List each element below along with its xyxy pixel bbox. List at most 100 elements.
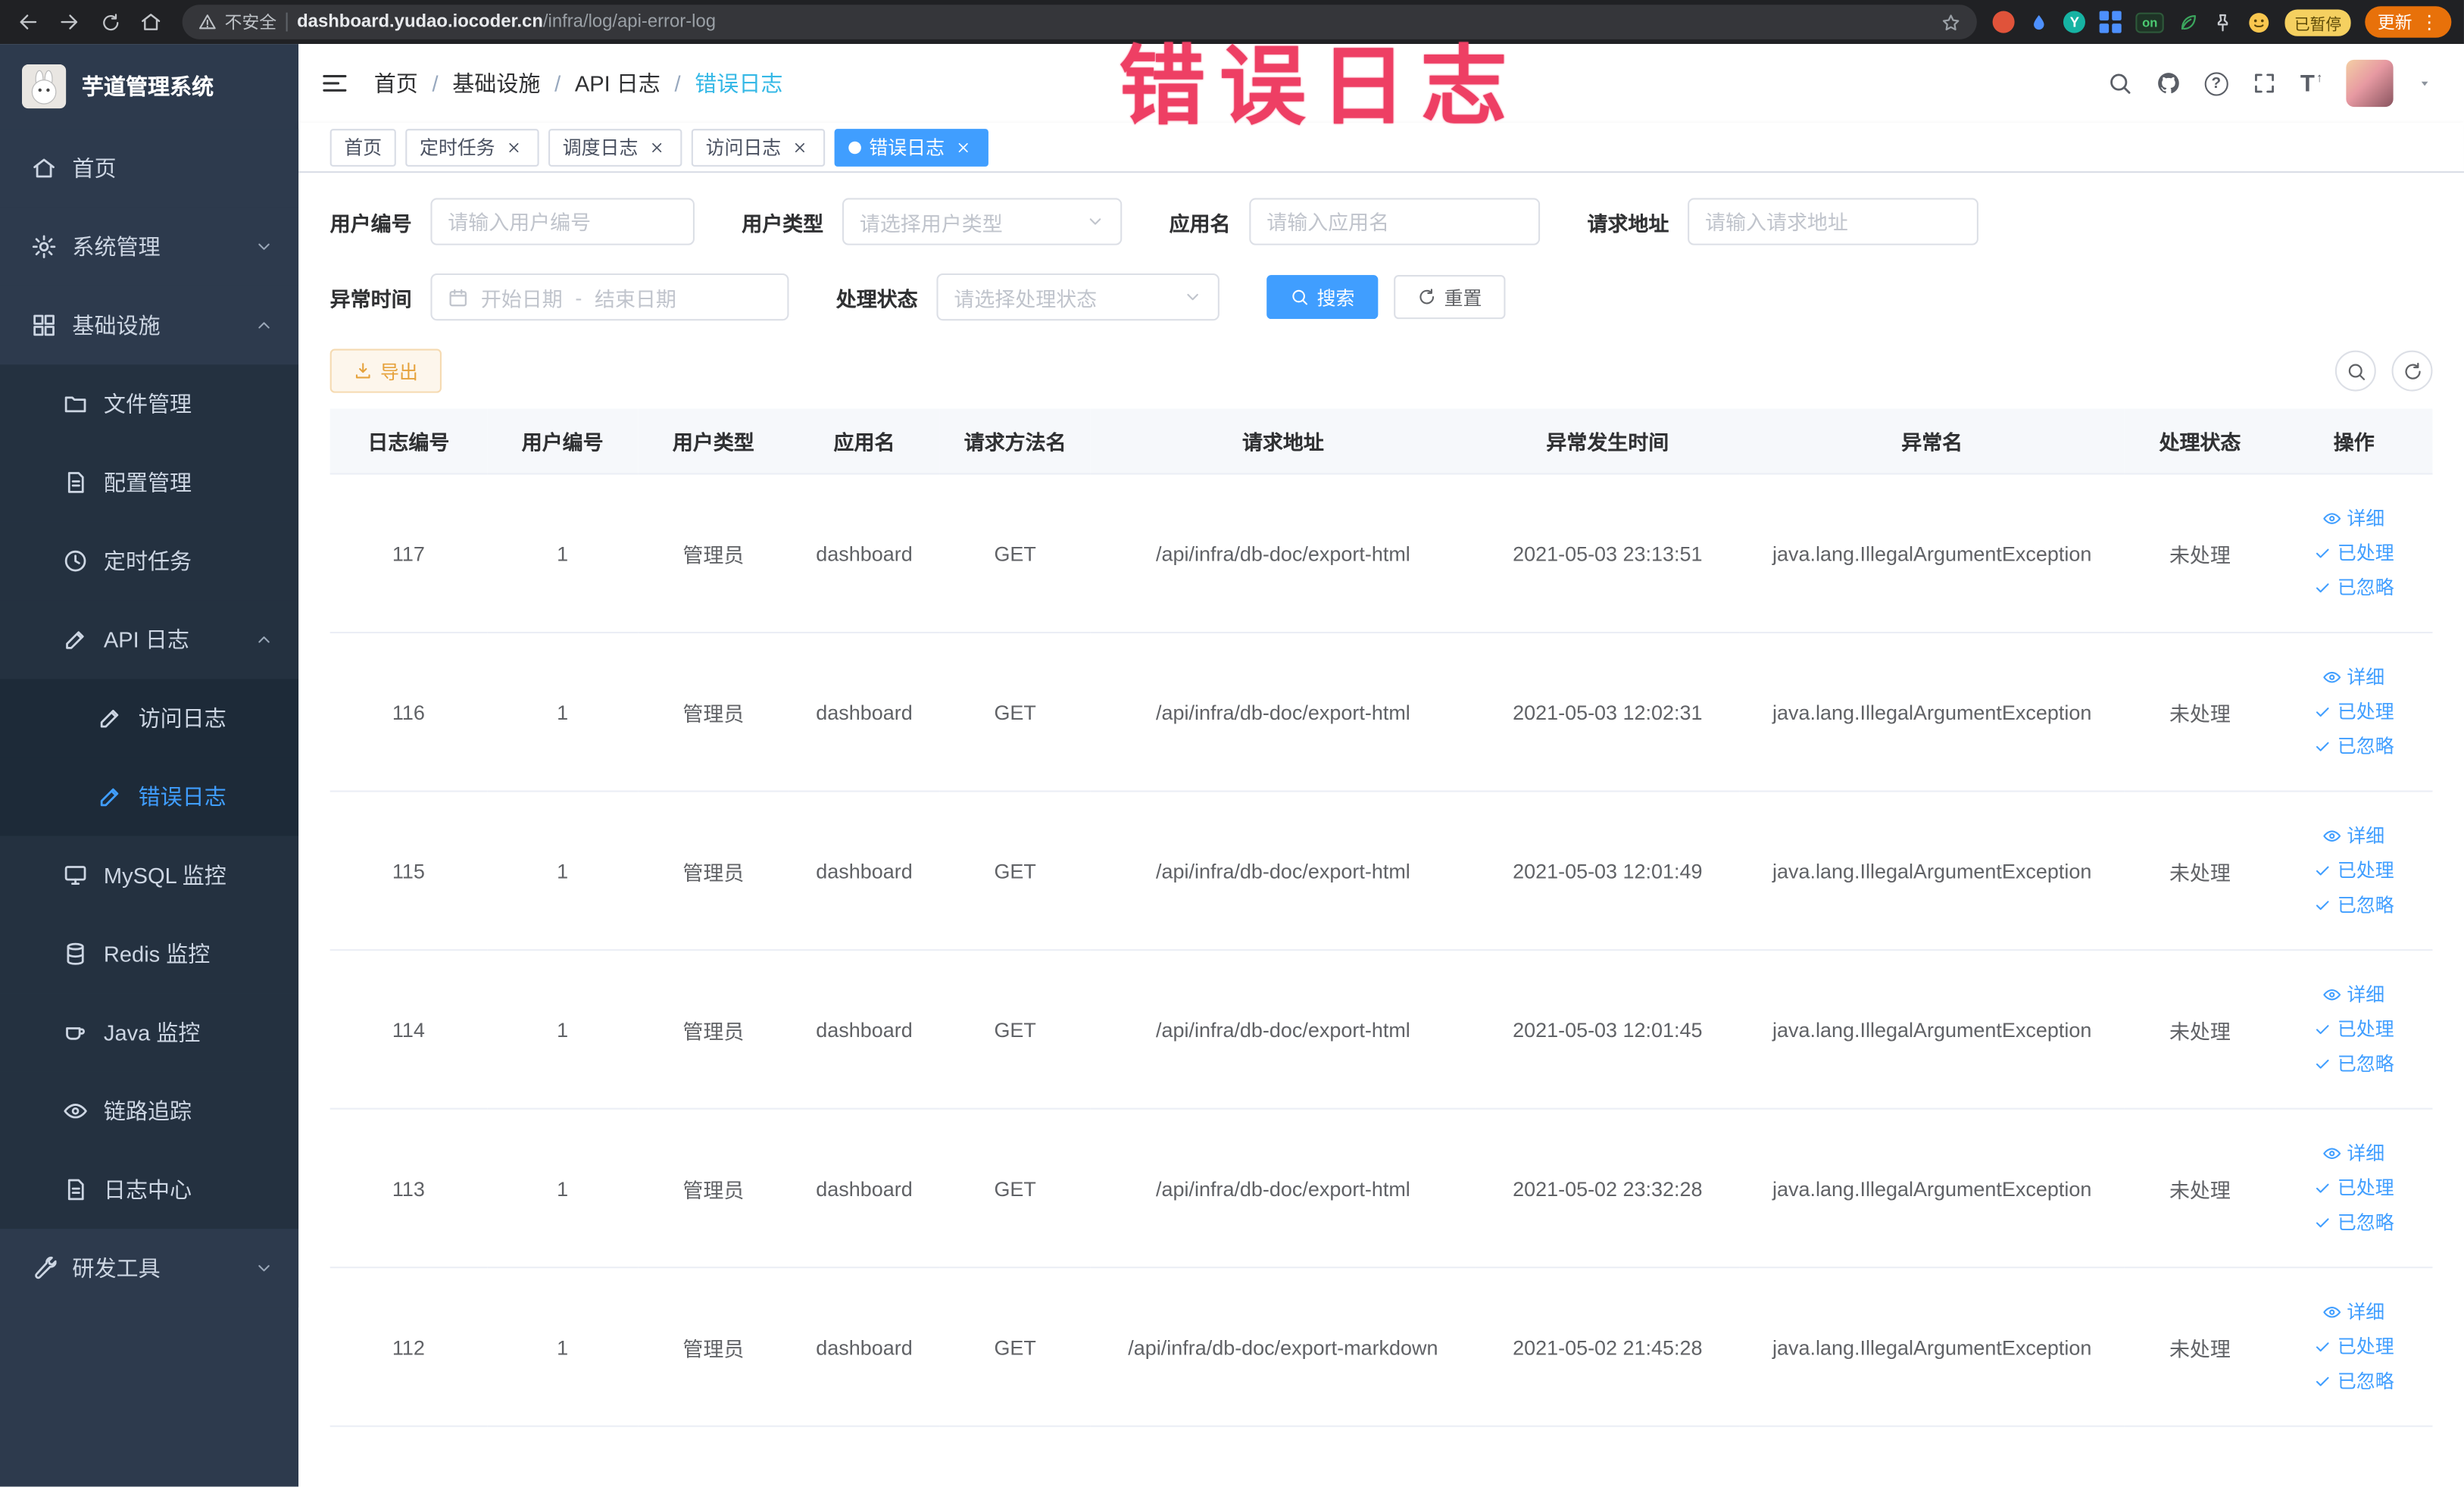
detail-link[interactable]: 详细 — [2323, 980, 2384, 1010]
breadcrumb-item[interactable]: 首页 — [374, 67, 418, 98]
address-bar[interactable]: 不安全 dashboard.yudao.iocoder.cn/infra/log… — [182, 5, 1978, 39]
home-icon[interactable] — [135, 6, 166, 37]
cell-status: 未处理 — [2124, 1108, 2276, 1269]
close-icon[interactable] — [952, 136, 974, 158]
on-badge-extension-icon[interactable]: on — [2135, 11, 2164, 33]
pin-extension-icon[interactable] — [2213, 12, 2233, 33]
status-select[interactable]: 请选择处理状态 — [936, 273, 1220, 321]
tag-home[interactable]: 首页 — [329, 128, 396, 166]
breadcrumb-item[interactable]: 基础设施 — [452, 67, 540, 98]
smiley-extension-icon[interactable] — [2247, 10, 2271, 33]
cell-status: 未处理 — [2124, 633, 2276, 792]
detail-link[interactable]: 详细 — [2323, 662, 2384, 692]
red-circle-extension-icon[interactable] — [1993, 11, 2016, 33]
help-icon[interactable]: ? — [2204, 71, 2228, 95]
detail-link[interactable]: 详细 — [2323, 1139, 2384, 1168]
ignored-link[interactable]: 已忽略 — [2314, 573, 2394, 602]
reset-button[interactable]: 重置 — [1394, 275, 1506, 320]
toggle-search-button[interactable] — [2334, 350, 2376, 392]
column-header: 操作 — [2275, 408, 2433, 475]
detail-link[interactable]: 详细 — [2323, 821, 2384, 851]
gear-icon — [31, 234, 56, 259]
processed-link[interactable]: 已处理 — [2314, 856, 2394, 886]
sidebar-item-access-log[interactable]: 访问日志 — [0, 679, 299, 758]
ignored-link[interactable]: 已忽略 — [2314, 890, 2394, 920]
sidebar-item-error-log[interactable]: 错误日志 — [0, 757, 299, 836]
user-id-input[interactable] — [430, 198, 695, 245]
sidebar-item-mysql[interactable]: MySQL 监控 — [0, 836, 299, 915]
cell-status: 未处理 — [2124, 950, 2276, 1110]
tag-job-log[interactable]: 调度日志 — [548, 128, 682, 166]
bookmark-star-icon[interactable] — [1941, 12, 1962, 33]
processed-link[interactable]: 已处理 — [2314, 697, 2394, 726]
app-name-input[interactable] — [1249, 198, 1541, 245]
water-drop-extension-icon[interactable] — [2029, 12, 2050, 33]
processed-link[interactable]: 已处理 — [2314, 1173, 2394, 1203]
sidebar-item-system[interactable]: 系统管理 — [0, 207, 299, 286]
warning-icon — [198, 13, 217, 32]
check-icon — [2314, 578, 2333, 597]
detail-link[interactable]: 详细 — [2323, 1298, 2384, 1327]
processed-link[interactable]: 已处理 — [2314, 1332, 2394, 1361]
sidebar-item-java[interactable]: Java 监控 — [0, 993, 299, 1072]
font-size-icon[interactable]: T ↑ — [2300, 70, 2322, 95]
sidebar-item-home[interactable]: 首页 — [0, 129, 299, 208]
sidebar-item-label: 定时任务 — [103, 548, 192, 574]
sidebar-item-config[interactable]: 配置管理 — [0, 443, 299, 522]
github-icon[interactable] — [2156, 70, 2181, 95]
search-button[interactable]: 搜索 — [1266, 275, 1379, 320]
screen: 不安全 dashboard.yudao.iocoder.cn/infra/log… — [0, 0, 2464, 1487]
cell-exception-time: 2021-05-02 23:32:28 — [1476, 1108, 1740, 1269]
sidebar-item-tracer[interactable]: 链路追踪 — [0, 1071, 299, 1151]
close-icon[interactable] — [646, 136, 668, 158]
close-icon[interactable] — [503, 136, 525, 158]
cell-actions: 详细 已处理 已忽略 — [2275, 1267, 2433, 1427]
fullscreen-icon[interactable] — [2252, 70, 2277, 95]
sidebar-item-dev-tools[interactable]: 研发工具 — [0, 1229, 299, 1308]
back-icon[interactable] — [13, 6, 44, 37]
ignored-link[interactable]: 已忽略 — [2314, 732, 2394, 761]
tag-error-log[interactable]: 错误日志 — [834, 128, 989, 166]
sidebar-item-label: 访问日志 — [138, 705, 226, 731]
detail-link[interactable]: 详细 — [2323, 504, 2384, 533]
refresh-table-button[interactable] — [2391, 350, 2433, 392]
breadcrumb-item[interactable]: API 日志 — [575, 67, 661, 98]
browser-nav-buttons — [13, 6, 167, 37]
avatar-caret-icon[interactable] — [2417, 76, 2433, 92]
processed-link[interactable]: 已处理 — [2314, 539, 2394, 568]
sidebar-item-log-center[interactable]: 日志中心 — [0, 1150, 299, 1229]
browser-menu-icon[interactable]: ⋮ — [2420, 13, 2439, 32]
tag-access-log[interactable]: 访问日志 — [691, 128, 826, 166]
url-text: dashboard.yudao.iocoder.cn/infra/log/api… — [297, 13, 716, 32]
search-icon[interactable] — [2107, 70, 2132, 95]
security-status[interactable]: 不安全 — [198, 9, 276, 34]
sidebar-item-infra[interactable]: 基础设施 — [0, 286, 299, 365]
grid-extension-icon[interactable] — [2100, 11, 2122, 33]
cell-method: GET — [939, 1267, 1091, 1427]
processed-link[interactable]: 已处理 — [2314, 1014, 2394, 1044]
collapse-sidebar-icon[interactable] — [320, 69, 348, 97]
date-range-picker[interactable]: 开始日期 - 结束日期 — [430, 273, 789, 321]
search-icon — [2345, 361, 2366, 381]
export-button[interactable]: 导出 — [329, 348, 442, 393]
user-type-select[interactable]: 请选择用户类型 — [842, 198, 1123, 245]
ignored-link[interactable]: 已忽略 — [2314, 1207, 2394, 1237]
y-badge-extension-icon[interactable]: Y — [2063, 11, 2086, 33]
update-button[interactable]: 更新 ⋮ — [2365, 6, 2452, 38]
address-divider — [286, 12, 288, 32]
eye-icon — [2323, 668, 2342, 687]
request-url-input[interactable] — [1688, 198, 1979, 245]
sidebar-item-api-log[interactable]: API 日志 — [0, 600, 299, 679]
ignored-link[interactable]: 已忽略 — [2314, 1049, 2394, 1079]
sidebar-item-job[interactable]: 定时任务 — [0, 521, 299, 601]
reload-icon[interactable] — [94, 6, 125, 37]
app-logo[interactable]: 芋道管理系统 — [0, 44, 298, 129]
forward-icon[interactable] — [54, 6, 85, 37]
tag-job[interactable]: 定时任务 — [405, 128, 539, 166]
avatar[interactable] — [2346, 59, 2394, 108]
ignored-link[interactable]: 已忽略 — [2314, 1367, 2394, 1396]
sidebar-item-file[interactable]: 文件管理 — [0, 364, 299, 444]
sidebar-item-redis[interactable]: Redis 监控 — [0, 914, 299, 994]
leaf-extension-icon[interactable] — [2178, 12, 2198, 33]
close-icon[interactable] — [789, 136, 811, 158]
